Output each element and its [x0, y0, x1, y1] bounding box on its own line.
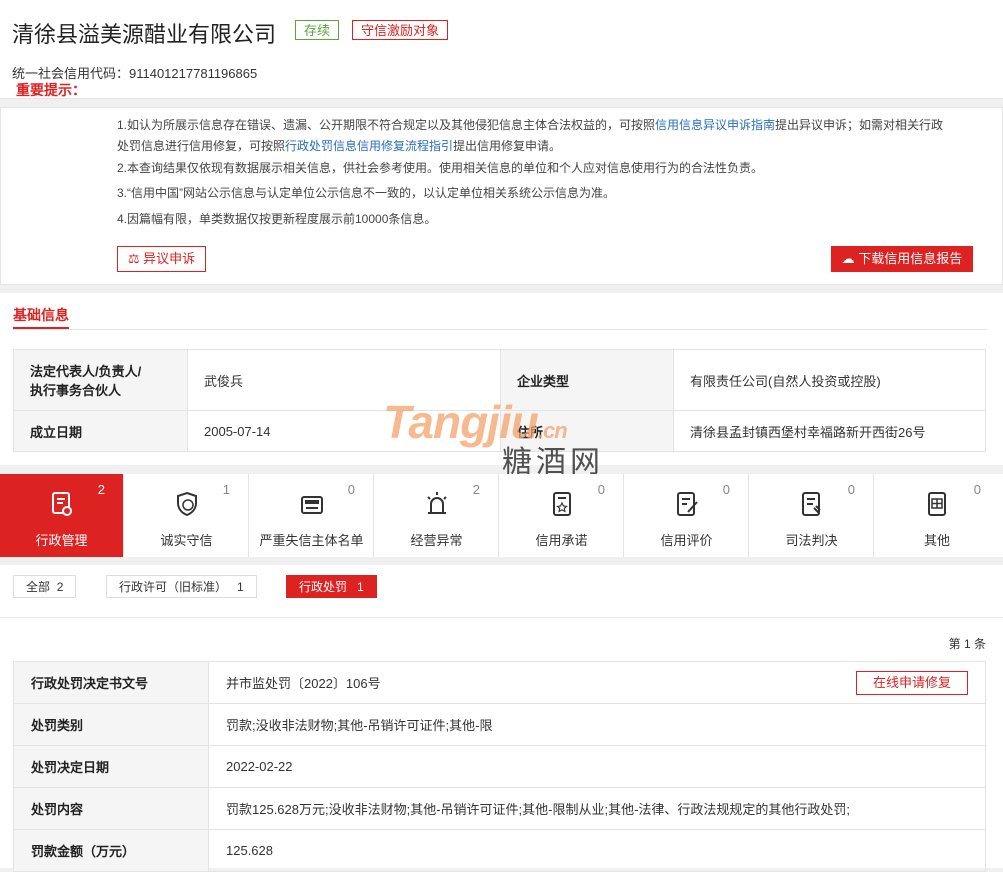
category-tabs: 2 行政管理 1 诚实守信 0 严重失信主体名单 2 经营异常 0 信用承诺 0	[0, 474, 1003, 557]
download-report-button[interactable]: ☁ 下载信用信息报告	[831, 246, 973, 272]
company-name: 清徐县溢美源醋业有限公司	[12, 22, 277, 47]
notice-text: 提出异议申诉；如需对相关行政	[775, 118, 944, 132]
tab-count: 2	[472, 482, 480, 497]
honor-badge: 守信激励对象	[352, 20, 449, 40]
tab-count: 0	[597, 482, 605, 497]
judgment-document-icon	[798, 490, 826, 518]
tab-blacklist[interactable]: 0 严重失信主体名单	[250, 474, 374, 557]
tab-business-abnormal[interactable]: 2 经营异常	[375, 474, 499, 557]
online-repair-button[interactable]: 在线申请修复	[856, 671, 968, 695]
row-key: 行政处罚决定书文号	[13, 661, 209, 704]
section-title-underline	[13, 327, 69, 329]
repair-guide-link[interactable]: 行政处罚信息信用修复流程指引	[285, 139, 453, 153]
shield-honor-icon	[173, 490, 201, 518]
table-row: 处罚类别 罚款;没收非法财物;其他-吊销许可证件;其他-限	[13, 703, 986, 746]
tab-label: 诚实守信	[160, 533, 213, 548]
other-document-icon	[923, 490, 951, 518]
filter-admin-penalty[interactable]: 行政处罚 1	[286, 575, 377, 598]
cloud-download-icon: ☁	[841, 251, 855, 266]
basic-info-title: 基础信息	[13, 307, 69, 323]
gavel-icon: ⚖	[127, 251, 140, 266]
tab-count: 0	[973, 482, 981, 497]
blacklist-card-icon	[298, 490, 326, 518]
legal-rep-key: 法定代表人/负责人/执行事务合伙人	[13, 349, 188, 411]
evaluation-form-icon	[673, 490, 701, 518]
tab-count: 1	[222, 482, 230, 497]
tab-count: 2	[97, 482, 105, 497]
company-type-value: 有限责任公司(自然人投资或控股)	[673, 349, 986, 411]
row-value: 125.628	[208, 829, 986, 872]
address-value: 清徐县孟封镇西堡村幸福路新开西街26号	[673, 410, 986, 452]
tab-count: 0	[347, 482, 355, 497]
tab-label: 其他	[923, 533, 950, 548]
list-divider	[0, 617, 1003, 618]
row-value: 2022-02-22	[208, 745, 986, 788]
notice-text: 1.如认为所展示信息存在错误、遗漏、公开期限不符合规定以及其他侵犯信息主体合法权…	[117, 118, 656, 132]
alarm-light-icon	[423, 490, 451, 518]
dispute-guide-link[interactable]: 信用信息异议申诉指南	[655, 118, 775, 132]
tab-label: 经营异常	[410, 533, 463, 548]
row-value: 罚款125.628万元;没收非法财物;其他-吊销许可证件;其他-限制从业;其他-…	[208, 787, 986, 830]
tab-judicial[interactable]: 0 司法判决	[750, 474, 874, 557]
notice-line-4: 4.因篇幅有限，单类数据仅按更新程度展示前10000条信息。	[117, 212, 437, 226]
row-key: 处罚内容	[13, 787, 209, 830]
company-header: 清徐县溢美源醋业有限公司 存续 守信激励对象 统一社会信用代码：91140121…	[0, 0, 1003, 99]
tab-label: 严重失信主体名单	[259, 533, 364, 548]
notice-label: 重要提示：	[16, 82, 86, 98]
tab-label: 信用评价	[660, 533, 713, 548]
dispute-button-label: 异议申诉	[143, 251, 196, 266]
record-count: 第 1 条	[948, 637, 986, 651]
promise-document-icon	[548, 490, 576, 518]
tab-count: 0	[847, 482, 855, 497]
filter-all[interactable]: 全部 2	[13, 575, 77, 598]
download-button-label: 下载信用信息报告	[858, 251, 963, 266]
notice-text: 提出信用修复申请。	[453, 139, 562, 153]
table-row: 行政处罚决定书文号 并市监处罚〔2022〕106号	[13, 661, 986, 704]
document-stamp-icon	[48, 490, 76, 518]
row-value: 罚款;没收非法财物;其他-吊销许可证件;其他-限	[208, 703, 986, 746]
table-row: 罚款金额（万元） 125.628	[13, 829, 986, 872]
notice-line-2: 2.本查询结果仅依现有数据展示相关信息，供社会参考使用。使用相关信息的单位和个人…	[117, 161, 764, 175]
penalty-table: 行政处罚决定书文号 并市监处罚〔2022〕106号 处罚类别 罚款;没收非法财物…	[13, 661, 986, 872]
tab-label: 行政管理	[35, 533, 88, 548]
dispute-button[interactable]: ⚖ 异议申诉	[117, 246, 206, 272]
tab-credit-evaluation[interactable]: 0 信用评价	[625, 474, 749, 557]
tab-credit-promise[interactable]: 0 信用承诺	[500, 474, 624, 557]
tab-label: 信用承诺	[535, 533, 588, 548]
row-key: 处罚类别	[13, 703, 209, 746]
notice-line-1: 1.如认为所展示信息存在错误、遗漏、公开期限不符合规定以及其他侵犯信息主体合法权…	[117, 115, 987, 157]
founded-date-key: 成立日期	[13, 410, 188, 452]
tab-other[interactable]: 0 其他	[875, 474, 999, 557]
row-key: 处罚决定日期	[13, 745, 209, 788]
table-row: 处罚决定日期 2022-02-22	[13, 745, 986, 788]
tab-label: 司法判决	[785, 533, 838, 548]
notice-text: 处罚信息进行信用修复，可按照	[117, 139, 286, 153]
section-divider	[13, 329, 987, 330]
table-row: 处罚内容 罚款125.628万元;没收非法财物;其他-吊销许可证件;其他-限制从…	[13, 787, 986, 830]
filter-admin-license[interactable]: 行政许可（旧标准） 1	[106, 575, 257, 598]
tab-admin-management[interactable]: 2 行政管理	[0, 474, 124, 557]
tab-honesty[interactable]: 1 诚实守信	[125, 474, 249, 557]
tab-count: 0	[722, 482, 730, 497]
notice-line-3: 3.“信用中国”网站公示信息与认定单位公示信息不一致的，以认定单位相关系统公示信…	[117, 186, 616, 200]
row-key: 罚款金额（万元）	[13, 829, 209, 872]
status-badge: 存续	[295, 20, 340, 40]
